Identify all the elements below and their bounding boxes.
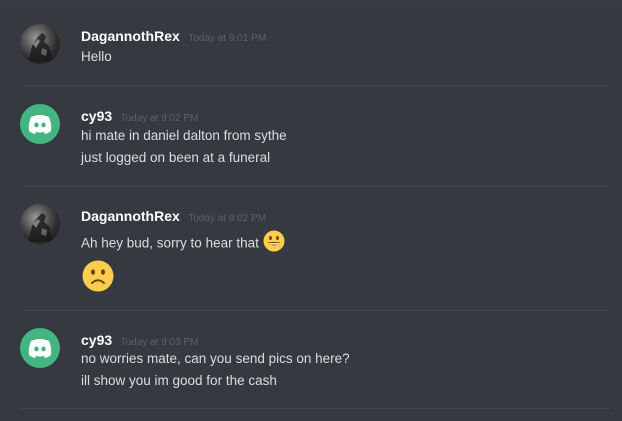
message-text: no worries mate, can you send pics on he… xyxy=(81,351,350,366)
message-line: Ah hey bud, sorry to hear that xyxy=(81,230,285,258)
username[interactable]: DagannothRex xyxy=(81,28,180,44)
user-photo-avatar[interactable] xyxy=(20,24,60,64)
frowning-emoji xyxy=(82,260,114,297)
discord-logo-icon xyxy=(28,339,52,358)
message-header: cy93 Today at 9:03 PM xyxy=(81,330,198,350)
message-header: DagannothRex Today at 9:01 PM xyxy=(81,26,266,46)
timestamp: Today at 9:03 PM xyxy=(120,337,199,348)
message-text: Hello xyxy=(81,49,112,64)
timestamp: Today at 9:01 PM xyxy=(188,33,267,44)
user-photo-avatar[interactable] xyxy=(20,204,60,244)
message-text: just logged on been at a funeral xyxy=(81,150,271,165)
chat-messages: DagannothRex Today at 9:01 PM Hello cy93… xyxy=(0,0,622,421)
message-header: cy93 Today at 9:02 PM xyxy=(81,106,198,126)
scroll-fade xyxy=(0,0,622,14)
message-text: Ah hey bud, sorry to hear that xyxy=(81,235,259,251)
message-text: ill show you im good for the cash xyxy=(81,373,277,388)
message-divider xyxy=(20,310,610,311)
username[interactable]: cy93 xyxy=(81,332,112,348)
message-header: DagannothRex Today at 9:02 PM xyxy=(81,206,266,226)
message-divider xyxy=(20,186,610,187)
discord-logo-avatar[interactable] xyxy=(20,328,60,368)
message-text: hi mate in daniel dalton from sythe xyxy=(81,128,287,143)
timestamp: Today at 9:02 PM xyxy=(188,213,267,224)
username[interactable]: cy93 xyxy=(81,108,112,124)
discord-logo-icon xyxy=(28,115,52,134)
message-divider xyxy=(20,408,610,409)
smiley-emoji xyxy=(263,230,285,258)
username[interactable]: DagannothRex xyxy=(81,208,180,224)
message-divider xyxy=(20,85,610,86)
discord-logo-avatar[interactable] xyxy=(20,104,60,144)
timestamp: Today at 9:02 PM xyxy=(120,113,199,124)
